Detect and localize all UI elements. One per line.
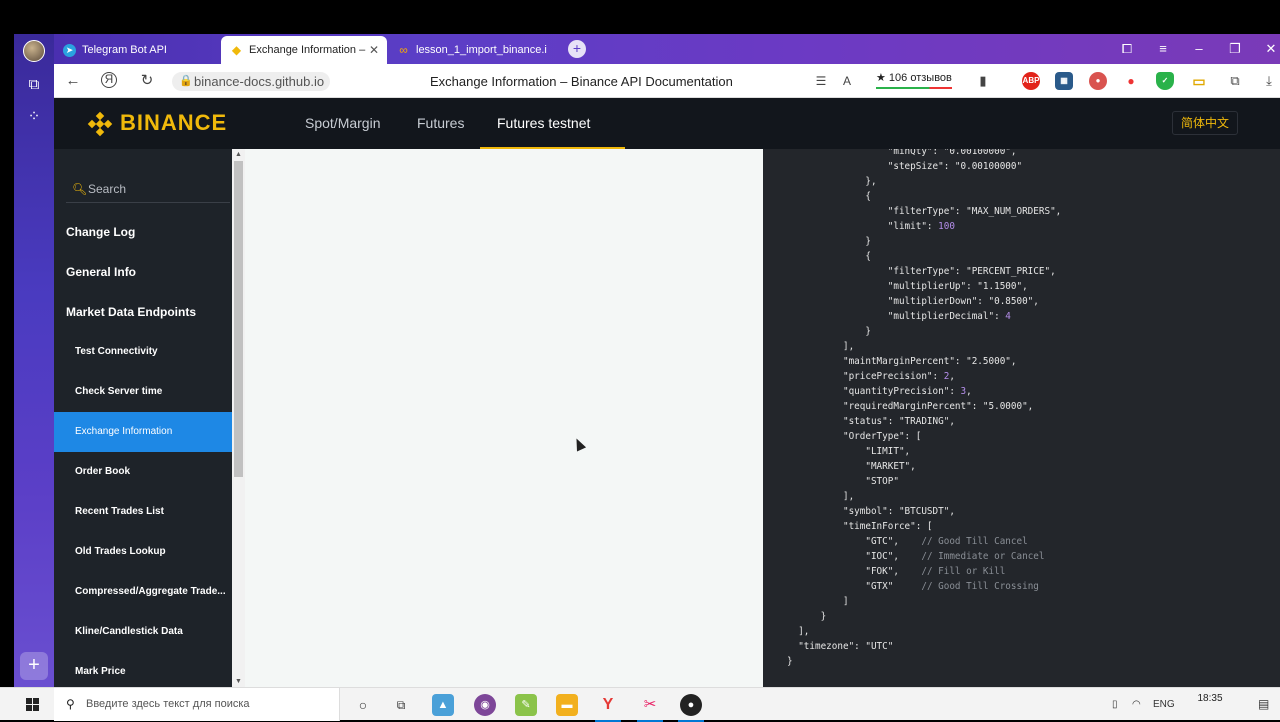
- url-text: binance-docs.github.io: [194, 74, 325, 89]
- colab-icon: ∞: [399, 43, 408, 57]
- binance-header: BINANCE Spot/Margin Futures Futures test…: [54, 98, 1280, 181]
- tor-app-icon[interactable]: ◉: [474, 694, 496, 716]
- puzzle-extension-icon[interactable]: ▦: [1055, 72, 1073, 90]
- sidebar-item-mark-price[interactable]: Mark Price: [54, 652, 232, 687]
- docs-sidebar: 🔍︎ Search Change Log General Info Market…: [54, 149, 232, 687]
- screenshot-icon[interactable]: ⧉: [25, 76, 43, 94]
- code-sample-panel: "minQty": "0.00100000", "stepSize": "0.0…: [763, 149, 1280, 687]
- page-title: Exchange Information – Binance API Docum…: [430, 74, 733, 89]
- obs-app-icon[interactable]: ●: [678, 694, 704, 722]
- minimize-button[interactable]: –: [1181, 34, 1217, 64]
- sidebar-item-general-info[interactable]: General Info: [54, 252, 232, 292]
- translate-icon[interactable]: A: [838, 72, 856, 90]
- language-switch[interactable]: 简体中文: [1171, 111, 1238, 135]
- reader-mode-icon[interactable]: ☰: [812, 72, 830, 90]
- tray-wifi-icon[interactable]: ◠: [1132, 688, 1141, 721]
- sidebar-item-check-server-time[interactable]: Check Server time: [54, 372, 232, 412]
- close-window-button[interactable]: ✕: [1253, 34, 1280, 64]
- sidebar-item-recent-trades[interactable]: Recent Trades List: [54, 492, 232, 532]
- tab-label: Exchange Information –: [249, 44, 366, 56]
- taskbar-search-placeholder: Введите здесь текст для поиска: [86, 698, 250, 710]
- search-input[interactable]: 🔍︎ Search: [66, 175, 230, 203]
- bookmarks-icon[interactable]: ⧠: [1109, 34, 1145, 64]
- tab-telegram[interactable]: ➤ Telegram Bot API: [54, 36, 220, 64]
- tray-language[interactable]: ENG: [1153, 688, 1175, 721]
- drive-app-icon[interactable]: ▲: [432, 694, 454, 716]
- binance-icon: ◆: [231, 43, 242, 57]
- binance-wordmark: BINANCE: [120, 110, 228, 135]
- search-icon: 🔍︎: [72, 182, 88, 196]
- sidebar-item-aggregate-trades[interactable]: Compressed/Aggregate Trade...: [54, 572, 232, 612]
- restore-button[interactable]: ❐: [1217, 34, 1253, 64]
- tray-phone-icon[interactable]: ▯: [1112, 688, 1118, 721]
- binance-logo-icon: [87, 111, 113, 137]
- paint-app-icon[interactable]: ✎: [515, 694, 537, 716]
- taskbar-clock[interactable]: 18:35: [1190, 692, 1230, 706]
- apps-grid-icon[interactable]: ⁘: [25, 108, 43, 126]
- tab-exchange-information[interactable]: ◆ Exchange Information – ✕: [221, 36, 387, 64]
- close-tab-icon[interactable]: ✕: [369, 36, 379, 64]
- sidebar-item-kline[interactable]: Kline/Candlestick Data: [54, 612, 232, 652]
- back-icon[interactable]: ←: [64, 72, 82, 90]
- download-icon[interactable]: ⤓: [1260, 72, 1278, 90]
- record-extension-icon[interactable]: ●: [1122, 72, 1140, 90]
- browser-window: ⧉ ⁘ + ➤ Telegram Bot API ◆ Exchange Info…: [14, 34, 1280, 720]
- mouse-cursor: [571, 436, 587, 452]
- nav-spot-margin[interactable]: Spot/Margin: [305, 98, 380, 149]
- nav-futures[interactable]: Futures: [417, 98, 464, 149]
- menu-icon[interactable]: ≡: [1145, 34, 1181, 64]
- taskbar-search-input[interactable]: ⚲ Введите здесь текст для поиска: [54, 688, 340, 721]
- scroll-down-icon[interactable]: ▼: [232, 678, 245, 685]
- explorer-app-icon[interactable]: ▬: [556, 694, 578, 716]
- new-tab-button[interactable]: +: [568, 40, 586, 58]
- scroll-up-icon[interactable]: ▲: [232, 151, 245, 158]
- shield-extension-icon[interactable]: ✓: [1156, 72, 1174, 90]
- search-icon: ⚲: [66, 697, 75, 711]
- sidebar-item-exchange-information[interactable]: Exchange Information: [54, 412, 232, 452]
- lock-icon: 🔒: [179, 75, 193, 87]
- cortana-icon[interactable]: ○: [352, 694, 374, 716]
- windows-taskbar: ⚲ Введите здесь текст для поиска ○ ⧉ ▲ ◉…: [0, 687, 1280, 722]
- sidebar-item-old-trades[interactable]: Old Trades Lookup: [54, 532, 232, 572]
- task-view-icon[interactable]: ⧉: [390, 694, 412, 716]
- docs-content: [245, 149, 763, 687]
- tab-label: Telegram Bot API: [82, 44, 167, 56]
- sidebar-item-test-connectivity[interactable]: Test Connectivity: [54, 332, 232, 372]
- json-response-code: "minQty": "0.00100000", "stepSize": "0.0…: [787, 149, 1062, 667]
- notifications-icon[interactable]: ▤: [1258, 688, 1269, 721]
- tab-label: lesson_1_import_binance.i: [416, 44, 547, 56]
- tab-colab[interactable]: ∞ lesson_1_import_binance.i: [388, 36, 554, 64]
- sidebar-item-order-book[interactable]: Order Book: [54, 452, 232, 492]
- scrollbar-thumb[interactable]: [234, 161, 243, 477]
- tab-bar: ➤ Telegram Bot API ◆ Exchange Informatio…: [54, 34, 1280, 64]
- telegram-icon: ➤: [63, 44, 76, 57]
- user-avatar[interactable]: [23, 40, 45, 62]
- abp-extension-icon[interactable]: ABP: [1022, 72, 1040, 90]
- windows-start-icon[interactable]: [26, 698, 40, 712]
- add-panel-button[interactable]: +: [20, 652, 48, 680]
- nav-futures-testnet[interactable]: Futures testnet API: [480, 98, 625, 181]
- reload-icon[interactable]: ↻: [138, 72, 156, 90]
- mascot-extension-icon[interactable]: ●: [1089, 72, 1107, 90]
- sidebar-scrollbar[interactable]: ▲ ▼: [232, 149, 245, 687]
- reviews-badge[interactable]: ★ 106 отзывов: [876, 71, 952, 89]
- search-placeholder: Search: [88, 182, 127, 196]
- battery-extension-icon[interactable]: ▭: [1190, 72, 1208, 90]
- url-field[interactable]: 🔒 binance-docs.github.io: [172, 72, 331, 91]
- yandex-icon[interactable]: Я: [101, 72, 117, 88]
- yandex-app-icon[interactable]: Y: [595, 694, 621, 722]
- extensions-icon[interactable]: ⧉: [1226, 72, 1244, 90]
- browser-side-rail: ⧉ ⁘ +: [14, 34, 54, 687]
- address-bar: ← Я ↻ 🔒 binance-docs.github.io Exchange …: [54, 64, 1280, 98]
- sidebar-item-change-log[interactable]: Change Log: [54, 212, 232, 252]
- snipping-app-icon[interactable]: ✂: [637, 694, 663, 722]
- sidebar-item-market-data-endpoints[interactable]: Market Data Endpoints: [54, 292, 232, 332]
- bookmark-icon[interactable]: ▮: [974, 72, 992, 90]
